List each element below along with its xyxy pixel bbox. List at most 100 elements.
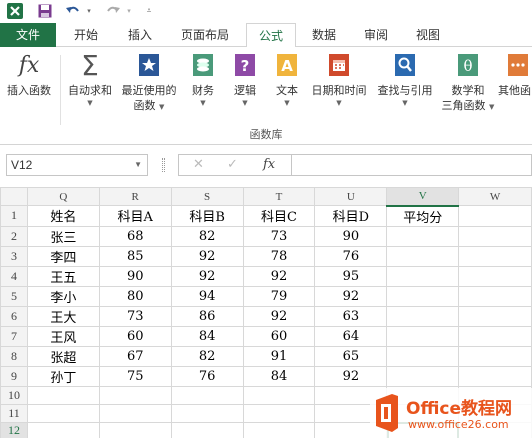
cell-q2[interactable]: 张三	[26, 225, 100, 247]
row-header[interactable]: 3	[0, 245, 28, 267]
date-time-button[interactable]: 日期和时间 ▼	[306, 51, 372, 108]
cell-q10[interactable]	[26, 385, 100, 405]
cell-s10[interactable]	[170, 385, 244, 405]
cell-u8[interactable]: 65	[314, 345, 388, 367]
cell-q1[interactable]: 姓名	[26, 205, 100, 227]
recently-used-button[interactable]: 最近使用的 函数 ▼	[118, 51, 180, 115]
cell-s3[interactable]: 92	[170, 245, 244, 267]
cell-v8[interactable]	[386, 345, 460, 367]
cell-s1[interactable]: 科目B	[170, 205, 244, 227]
column-header-t[interactable]: T	[242, 187, 316, 206]
tab-formulas[interactable]: 公式	[246, 23, 296, 48]
cell-w3[interactable]	[458, 245, 532, 267]
text-button[interactable]: A 文本 ▼	[270, 51, 304, 108]
cell-s6[interactable]: 86	[170, 305, 244, 327]
cell-r8[interactable]: 67	[98, 345, 172, 367]
undo-icon[interactable]	[64, 2, 82, 20]
cell-t2[interactable]: 73	[242, 225, 316, 247]
row-header[interactable]: 11	[0, 403, 28, 423]
cell-v7[interactable]	[386, 325, 460, 347]
cell-s7[interactable]: 84	[170, 325, 244, 347]
resize-handle[interactable]	[162, 158, 165, 172]
row-header[interactable]: 10	[0, 385, 28, 405]
cell-q4[interactable]: 王五	[26, 265, 100, 287]
tab-insert[interactable]: 插入	[118, 23, 162, 47]
column-header-s[interactable]: S	[170, 187, 244, 206]
undo-dropdown-icon[interactable]: ▾	[84, 2, 94, 20]
autosum-button[interactable]: Σ 自动求和 ▼	[64, 49, 116, 108]
cell-r12[interactable]	[98, 421, 172, 438]
cell-r7[interactable]: 60	[98, 325, 172, 347]
cell-v4[interactable]	[386, 265, 460, 287]
cell-t3[interactable]: 78	[242, 245, 316, 267]
financial-button[interactable]: 财务 ▼	[186, 51, 220, 108]
cell-q7[interactable]: 王风	[26, 325, 100, 347]
cell-t5[interactable]: 79	[242, 285, 316, 307]
cell-r10[interactable]	[98, 385, 172, 405]
cell-r6[interactable]: 73	[98, 305, 172, 327]
cell-s4[interactable]: 92	[170, 265, 244, 287]
cell-t1[interactable]: 科目C	[242, 205, 316, 227]
cell-w4[interactable]	[458, 265, 532, 287]
cell-u6[interactable]: 63	[314, 305, 388, 327]
cell-t9[interactable]: 84	[242, 365, 316, 387]
cell-q9[interactable]: 孙丁	[26, 365, 100, 387]
lookup-reference-button[interactable]: 查找与引用 ▼	[372, 51, 438, 108]
insert-function-icon[interactable]: fx	[263, 157, 275, 172]
math-trig-button[interactable]: θ 数学和 三角函数 ▼	[440, 51, 496, 115]
cell-w5[interactable]	[458, 285, 532, 307]
row-header[interactable]: 7	[0, 325, 28, 347]
cell-t12[interactable]	[242, 421, 316, 438]
cell-r11[interactable]	[98, 403, 172, 423]
cell-s9[interactable]: 76	[170, 365, 244, 387]
cell-t8[interactable]: 91	[242, 345, 316, 367]
cell-u3[interactable]: 76	[314, 245, 388, 267]
cell-r9[interactable]: 75	[98, 365, 172, 387]
more-functions-button[interactable]: 其他函	[498, 51, 532, 98]
cell-v5[interactable]	[386, 285, 460, 307]
cell-s2[interactable]: 82	[170, 225, 244, 247]
row-header[interactable]: 5	[0, 285, 28, 307]
cell-s11[interactable]	[170, 403, 244, 423]
tab-view[interactable]: 视图	[406, 23, 450, 47]
cell-r2[interactable]: 68	[98, 225, 172, 247]
row-header[interactable]: 9	[0, 365, 28, 387]
tab-page-layout[interactable]: 页面布局	[172, 23, 238, 47]
name-box[interactable]: V12 ▼	[6, 154, 148, 176]
column-header-q[interactable]: Q	[26, 187, 100, 206]
cell-w6[interactable]	[458, 305, 532, 327]
cell-w8[interactable]	[458, 345, 532, 367]
cell-t4[interactable]: 92	[242, 265, 316, 287]
cell-w9[interactable]	[458, 365, 532, 387]
tab-file[interactable]: 文件	[0, 23, 56, 47]
insert-function-button[interactable]: fx 插入函数	[2, 51, 56, 98]
cell-r5[interactable]: 80	[98, 285, 172, 307]
cell-s12[interactable]	[170, 421, 244, 438]
cell-v2[interactable]	[386, 225, 460, 247]
column-header-u[interactable]: U	[314, 187, 388, 206]
tab-data[interactable]: 数据	[302, 23, 346, 47]
cell-u2[interactable]: 90	[314, 225, 388, 247]
redo-icon[interactable]	[104, 2, 122, 20]
save-icon[interactable]	[36, 2, 54, 20]
cell-s5[interactable]: 94	[170, 285, 244, 307]
tab-review[interactable]: 审阅	[354, 23, 398, 47]
row-header[interactable]: 12	[0, 421, 28, 438]
cell-q12[interactable]	[26, 421, 100, 438]
formula-input[interactable]	[292, 154, 532, 176]
cell-u4[interactable]: 95	[314, 265, 388, 287]
tab-home[interactable]: 开始	[64, 23, 108, 47]
row-header[interactable]: 2	[0, 225, 28, 247]
cell-v3[interactable]	[386, 245, 460, 267]
cell-t7[interactable]: 60	[242, 325, 316, 347]
row-header[interactable]: 6	[0, 305, 28, 327]
row-header[interactable]: 8	[0, 345, 28, 367]
column-header-w[interactable]: W	[458, 187, 532, 206]
cell-u1[interactable]: 科目D	[314, 205, 388, 227]
redo-dropdown-icon[interactable]: ▾	[124, 2, 134, 20]
row-header[interactable]: 1	[0, 205, 28, 227]
cell-t10[interactable]	[242, 385, 316, 405]
enter-icon[interactable]: ✓	[227, 157, 238, 172]
cancel-icon[interactable]: ✕	[193, 157, 204, 172]
cell-u7[interactable]: 64	[314, 325, 388, 347]
